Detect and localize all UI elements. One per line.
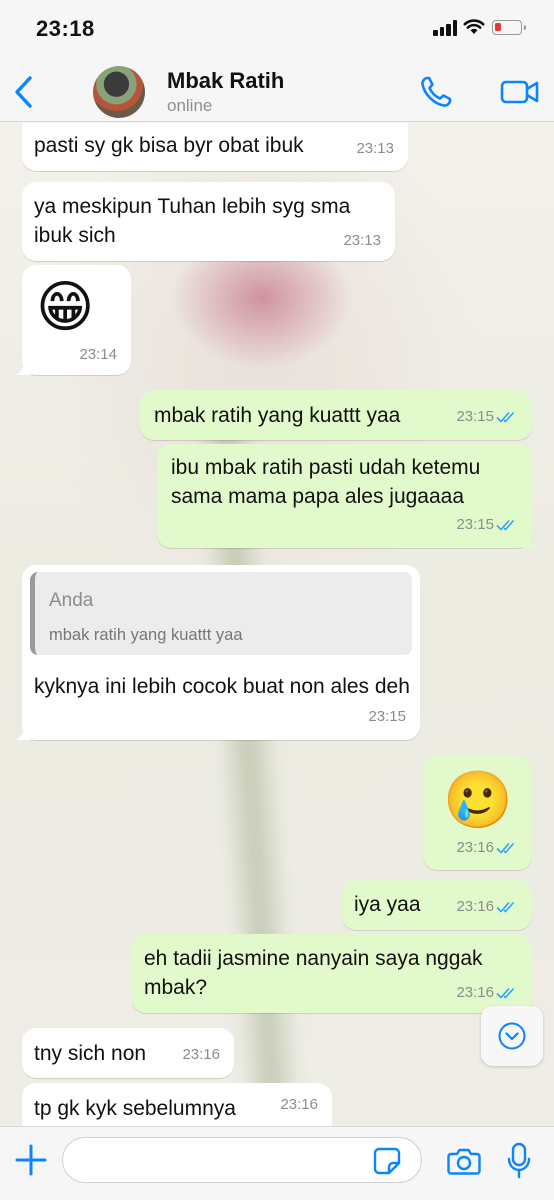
chevron-left-icon[interactable] <box>8 72 42 112</box>
cellular-signal-icon <box>433 20 459 36</box>
contact-name[interactable]: Mbak Ratih <box>167 68 284 94</box>
message-time: 23:16 <box>182 1046 220 1063</box>
double-check-icon <box>496 987 515 999</box>
grinning-face-emoji: 😁 <box>36 275 95 338</box>
phone-icon[interactable] <box>418 74 454 110</box>
sticker-icon[interactable] <box>373 1147 401 1175</box>
message-outgoing[interactable]: eh tadii jasmine nanyain saya nggak mbak… <box>132 934 532 1013</box>
video-camera-icon[interactable] <box>500 77 540 107</box>
message-incoming-emoji[interactable]: 😁 23:14 <box>15 265 131 375</box>
message-time: 23:16 <box>280 1096 318 1113</box>
contact-avatar[interactable] <box>93 66 145 118</box>
double-check-icon <box>496 842 515 854</box>
message-time: 23:13 <box>356 140 394 157</box>
message-time: 23:13 <box>343 232 381 249</box>
message-time: 23:15 <box>368 708 406 725</box>
message-list[interactable]: pasti sy gk bisa byr obat ibuk 23:13 ya … <box>0 123 554 1126</box>
message-time: 23:14 <box>79 346 117 363</box>
bubble-tail <box>15 359 31 375</box>
bubble-tail <box>523 532 539 548</box>
message-time: 23:15 <box>456 402 518 431</box>
message-time: 23:16 <box>456 833 518 862</box>
message-incoming[interactable]: tp gk kyk sebelumnya 23:16 <box>22 1083 332 1126</box>
message-text: iya yaa <box>354 893 421 916</box>
status-time: 23:18 <box>36 16 95 41</box>
message-incoming-reply[interactable]: Anda mbak ratih yang kuattt yaa kyknya i… <box>15 565 420 740</box>
message-text: ibu mbak ratih pasti udah ketemu sama ma… <box>171 456 481 508</box>
wifi-icon <box>463 19 485 34</box>
message-composer <box>0 1126 554 1200</box>
message-time: 23:16 <box>456 892 518 921</box>
smiling-face-with-tear-emoji: 🥲 <box>443 768 513 831</box>
message-text: kyknya ini lebih cocok buat non ales deh <box>34 675 410 698</box>
chat-header: Mbak Ratih online <box>0 60 554 122</box>
message-text: mbak ratih yang kuattt yaa <box>154 404 401 427</box>
message-incoming[interactable]: tny sich non 23:16 <box>22 1028 234 1078</box>
message-outgoing[interactable]: iya yaa 23:16 <box>342 880 532 930</box>
camera-icon[interactable] <box>447 1146 481 1176</box>
scroll-to-bottom-button[interactable] <box>481 1006 543 1066</box>
message-time: 23:15 <box>456 510 518 539</box>
double-check-icon <box>496 411 515 423</box>
message-outgoing-emoji[interactable]: 🥲 23:16 <box>423 756 532 870</box>
message-time: 23:16 <box>456 978 518 1007</box>
battery-level <box>495 23 501 31</box>
double-check-icon <box>496 519 515 531</box>
message-outgoing[interactable]: mbak ratih yang kuattt yaa 23:15 <box>140 390 532 440</box>
message-text: pasti sy gk bisa byr obat ibuk <box>34 134 304 157</box>
battery-icon <box>492 20 526 35</box>
status-bar: 23:18 <box>0 0 554 60</box>
message-incoming[interactable]: ya meskipun Tuhan lebih syg sma ibuk sic… <box>22 182 395 261</box>
double-check-icon <box>496 901 515 913</box>
microphone-icon[interactable] <box>507 1142 531 1180</box>
contact-status: online <box>167 96 213 115</box>
message-text: tp gk kyk sebelumnya <box>34 1097 236 1120</box>
message-input[interactable] <box>62 1137 422 1183</box>
message-incoming[interactable]: pasti sy gk bisa byr obat ibuk 23:13 <box>22 123 408 171</box>
quote-text: mbak ratih yang kuattt yaa <box>49 626 243 644</box>
message-text: ya meskipun Tuhan lebih syg sma ibuk sic… <box>34 195 351 247</box>
bubble-tail <box>15 724 31 740</box>
message-text: tny sich non <box>34 1042 147 1065</box>
plus-icon[interactable] <box>14 1143 48 1177</box>
message-outgoing[interactable]: ibu mbak ratih pasti udah ketemu sama ma… <box>157 444 539 548</box>
chevron-down-circle-icon <box>498 1022 526 1050</box>
quoted-message[interactable]: Anda mbak ratih yang kuattt yaa <box>30 572 412 655</box>
quote-author: Anda <box>49 590 94 611</box>
